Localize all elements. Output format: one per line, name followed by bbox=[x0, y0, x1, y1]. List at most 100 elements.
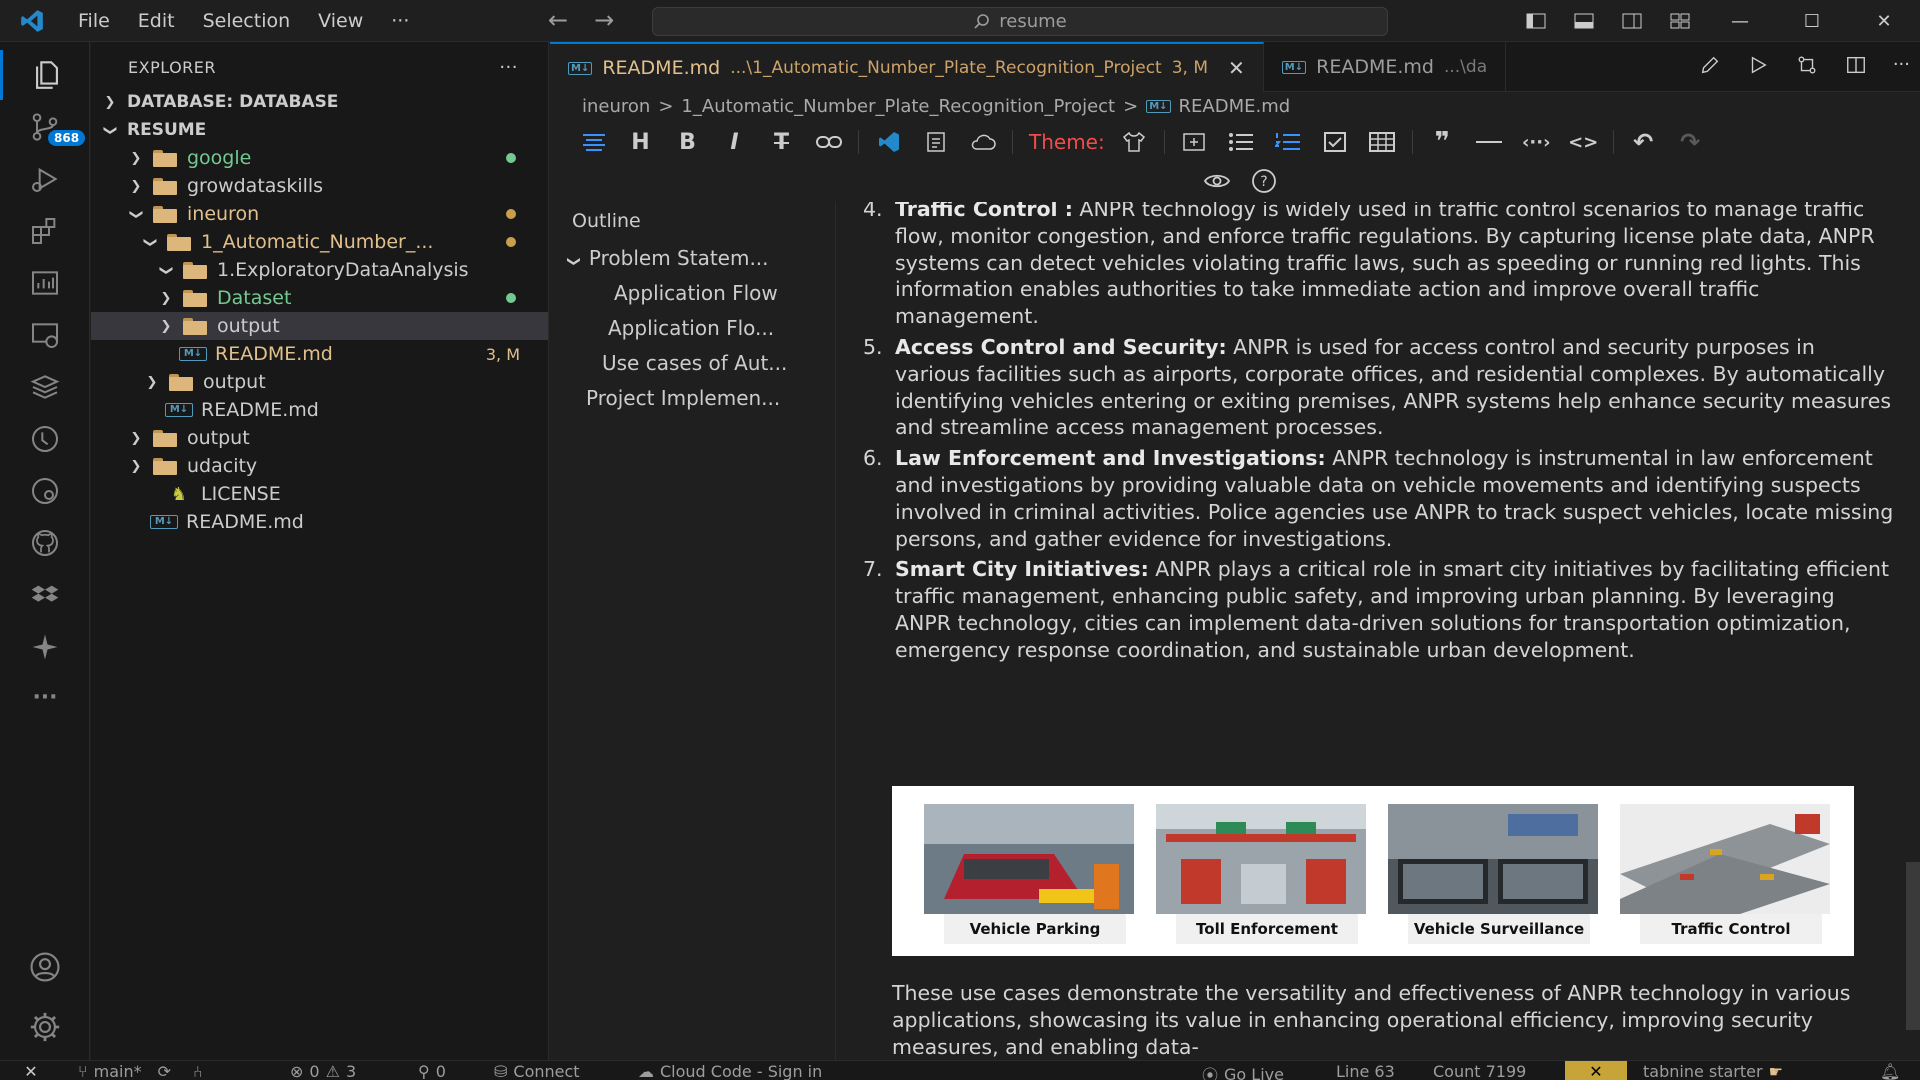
menu-view[interactable]: View bbox=[304, 10, 377, 32]
run-debug-icon[interactable] bbox=[0, 154, 90, 204]
problems-indicator[interactable]: ⊗ 0 ⚠ 3 bbox=[290, 1062, 356, 1080]
horizontal-rule-icon[interactable] bbox=[1466, 124, 1513, 160]
customize-layout-icon[interactable] bbox=[1656, 13, 1704, 29]
cloud-icon[interactable] bbox=[959, 124, 1006, 160]
task-list-icon[interactable] bbox=[1312, 124, 1359, 160]
tabnine-indicator[interactable]: tabnine starter ☛ bbox=[1643, 1062, 1783, 1080]
tree-item-exploratory[interactable]: ❯ 1.ExploratoryDataAnalysis bbox=[91, 256, 548, 284]
link-icon[interactable] bbox=[805, 124, 852, 160]
toggle-primary-sidebar-icon[interactable] bbox=[1512, 13, 1560, 29]
bold-icon[interactable]: B bbox=[664, 124, 711, 160]
tree-item-output[interactable]: ❯ output bbox=[91, 368, 548, 396]
tree-item-growdataskills[interactable]: ❯ growdataskills bbox=[91, 172, 548, 200]
connect-button[interactable]: ⛁ Connect bbox=[494, 1062, 580, 1080]
sparkle-icon[interactable] bbox=[0, 622, 90, 672]
menu-edit[interactable]: Edit bbox=[124, 10, 189, 32]
accounts-icon[interactable] bbox=[0, 942, 90, 992]
notifications-bell-icon[interactable]: 🔔︎ bbox=[1880, 1062, 1900, 1080]
command-center-search[interactable]: resume bbox=[652, 7, 1388, 36]
more-views-icon[interactable]: ··· bbox=[0, 672, 90, 722]
section-resume[interactable]: ❯ RESUME bbox=[91, 116, 548, 144]
dropbox-icon[interactable] bbox=[0, 570, 90, 620]
tree-item-google[interactable]: ❯ google bbox=[91, 144, 548, 172]
menu-file[interactable]: File bbox=[64, 10, 124, 32]
outline-item-application-flow-2[interactable]: Application Flo... bbox=[608, 316, 774, 340]
breadcrumb-item[interactable]: 1_Automatic_Number_Plate_Recognition_Pro… bbox=[681, 96, 1115, 117]
numbered-list-icon[interactable] bbox=[1265, 124, 1312, 160]
forward-arrow-icon[interactable]: → bbox=[594, 8, 614, 32]
strikethrough-icon[interactable]: T bbox=[758, 124, 805, 160]
go-live-button[interactable]: ⦿ Go Live bbox=[1202, 1062, 1284, 1080]
timeline-icon[interactable] bbox=[0, 414, 90, 464]
menu-selection[interactable]: Selection bbox=[189, 10, 305, 32]
run-play-icon[interactable] bbox=[1747, 54, 1769, 81]
undo-icon[interactable]: ↶ bbox=[1620, 124, 1667, 160]
heading-icon[interactable]: H bbox=[617, 124, 664, 160]
close-window-icon[interactable]: ✕ bbox=[1848, 11, 1920, 32]
tree-item-output-root[interactable]: ❯ output bbox=[91, 424, 548, 452]
tree-item-ineuron[interactable]: ❯ ineuron bbox=[91, 200, 548, 228]
quote-icon[interactable]: ❞ bbox=[1419, 124, 1466, 160]
help-icon[interactable]: ? bbox=[1251, 168, 1277, 199]
word-count-indicator[interactable]: Count 7199 bbox=[1433, 1062, 1526, 1080]
tree-item-readme[interactable]: M↓ README.md bbox=[91, 396, 548, 424]
remote-indicator-icon[interactable]: ✕ bbox=[0, 1061, 62, 1080]
redo-icon[interactable]: ↷ bbox=[1667, 124, 1714, 160]
line-indicator[interactable]: Line 63 bbox=[1336, 1062, 1395, 1080]
extensions-icon[interactable] bbox=[0, 206, 90, 256]
preview-eye-icon[interactable] bbox=[1203, 172, 1231, 195]
outline-item-application-flow[interactable]: Application Flow bbox=[614, 281, 778, 305]
tree-item-license[interactable]: ♞ LICENSE bbox=[91, 480, 548, 508]
tree-item-automatic-number[interactable]: ❯ 1_Automatic_Number_... bbox=[91, 228, 548, 256]
tree-item-readme-modified[interactable]: M↓ README.md 3, M bbox=[91, 340, 548, 368]
code-block-icon[interactable]: <> bbox=[1560, 124, 1607, 160]
explorer-icon[interactable] bbox=[0, 50, 90, 100]
compare-changes-icon[interactable] bbox=[1795, 54, 1819, 81]
minimize-window-icon[interactable]: — bbox=[1704, 11, 1776, 32]
settings-gear-icon[interactable] bbox=[0, 1002, 90, 1052]
table-icon[interactable] bbox=[1359, 124, 1406, 160]
cloud-code-button[interactable]: ☁ Cloud Code - Sign in bbox=[638, 1062, 822, 1080]
maximize-window-icon[interactable]: ☐ bbox=[1776, 11, 1848, 32]
branch-indicator[interactable]: ⑂ main* ⟳ ⑃ bbox=[78, 1062, 203, 1080]
tree-item-readme-root[interactable]: M↓ README.md bbox=[91, 508, 548, 536]
edit-pencil-icon[interactable] bbox=[1699, 54, 1721, 81]
section-database[interactable]: ❯ DATABASE: DATABASE bbox=[91, 88, 548, 116]
github-icon[interactable] bbox=[0, 518, 90, 568]
close-tab-icon[interactable]: ✕ bbox=[1228, 56, 1245, 80]
bullet-list-icon[interactable] bbox=[1218, 124, 1265, 160]
italic-icon[interactable]: I bbox=[711, 124, 758, 160]
remote-explorer-icon[interactable] bbox=[0, 310, 90, 360]
tab-readme-active[interactable]: M↓ README.md ...\1_Automatic_Number_Plat… bbox=[550, 42, 1264, 92]
breadcrumb-item[interactable]: ineuron bbox=[582, 96, 650, 117]
align-icon[interactable] bbox=[570, 124, 617, 160]
insert-image-icon[interactable] bbox=[1171, 124, 1218, 160]
vscode-mode-icon[interactable] bbox=[865, 124, 912, 160]
back-arrow-icon[interactable]: ← bbox=[548, 8, 568, 32]
broadcast-icon: ⦿ bbox=[1202, 1066, 1219, 1080]
tree-item-udacity[interactable]: ❯ udacity bbox=[91, 452, 548, 480]
chart-icon[interactable] bbox=[0, 258, 90, 308]
ports-indicator[interactable]: ⚲ 0 bbox=[418, 1062, 446, 1080]
toggle-secondary-sidebar-icon[interactable] bbox=[1608, 13, 1656, 29]
tab-readme-inactive[interactable]: M↓ README.md ...\da bbox=[1264, 42, 1507, 92]
outline-item-problem-statement[interactable]: ❯ Problem Statem... bbox=[566, 246, 769, 270]
theme-shirt-icon[interactable] bbox=[1111, 124, 1158, 160]
vertical-scrollbar[interactable] bbox=[1906, 862, 1920, 1030]
toggle-panel-icon[interactable] bbox=[1560, 13, 1608, 29]
tree-item-output-selected[interactable]: ❯ output bbox=[91, 312, 548, 340]
explorer-more-actions[interactable]: ··· bbox=[499, 57, 518, 78]
highlight-status-icon[interactable]: ✕ bbox=[1565, 1061, 1627, 1080]
outline-item-use-cases[interactable]: Use cases of Aut... bbox=[602, 351, 787, 375]
export-pdf-icon[interactable] bbox=[912, 124, 959, 160]
tree-item-dataset[interactable]: ❯ Dataset bbox=[91, 284, 548, 312]
outline-item-project-implementation[interactable]: Project Implemen... bbox=[586, 386, 780, 410]
inline-code-icon[interactable]: ‹··› bbox=[1513, 124, 1560, 160]
split-editor-icon[interactable] bbox=[1845, 54, 1867, 81]
git-history-icon[interactable] bbox=[0, 466, 90, 516]
source-control-icon[interactable]: 868 bbox=[0, 102, 90, 152]
more-actions-icon[interactable]: ··· bbox=[1893, 54, 1910, 81]
layers-icon[interactable] bbox=[0, 362, 90, 412]
breadcrumb-item[interactable]: README.md bbox=[1179, 96, 1291, 117]
menu-more[interactable]: ··· bbox=[377, 10, 423, 32]
